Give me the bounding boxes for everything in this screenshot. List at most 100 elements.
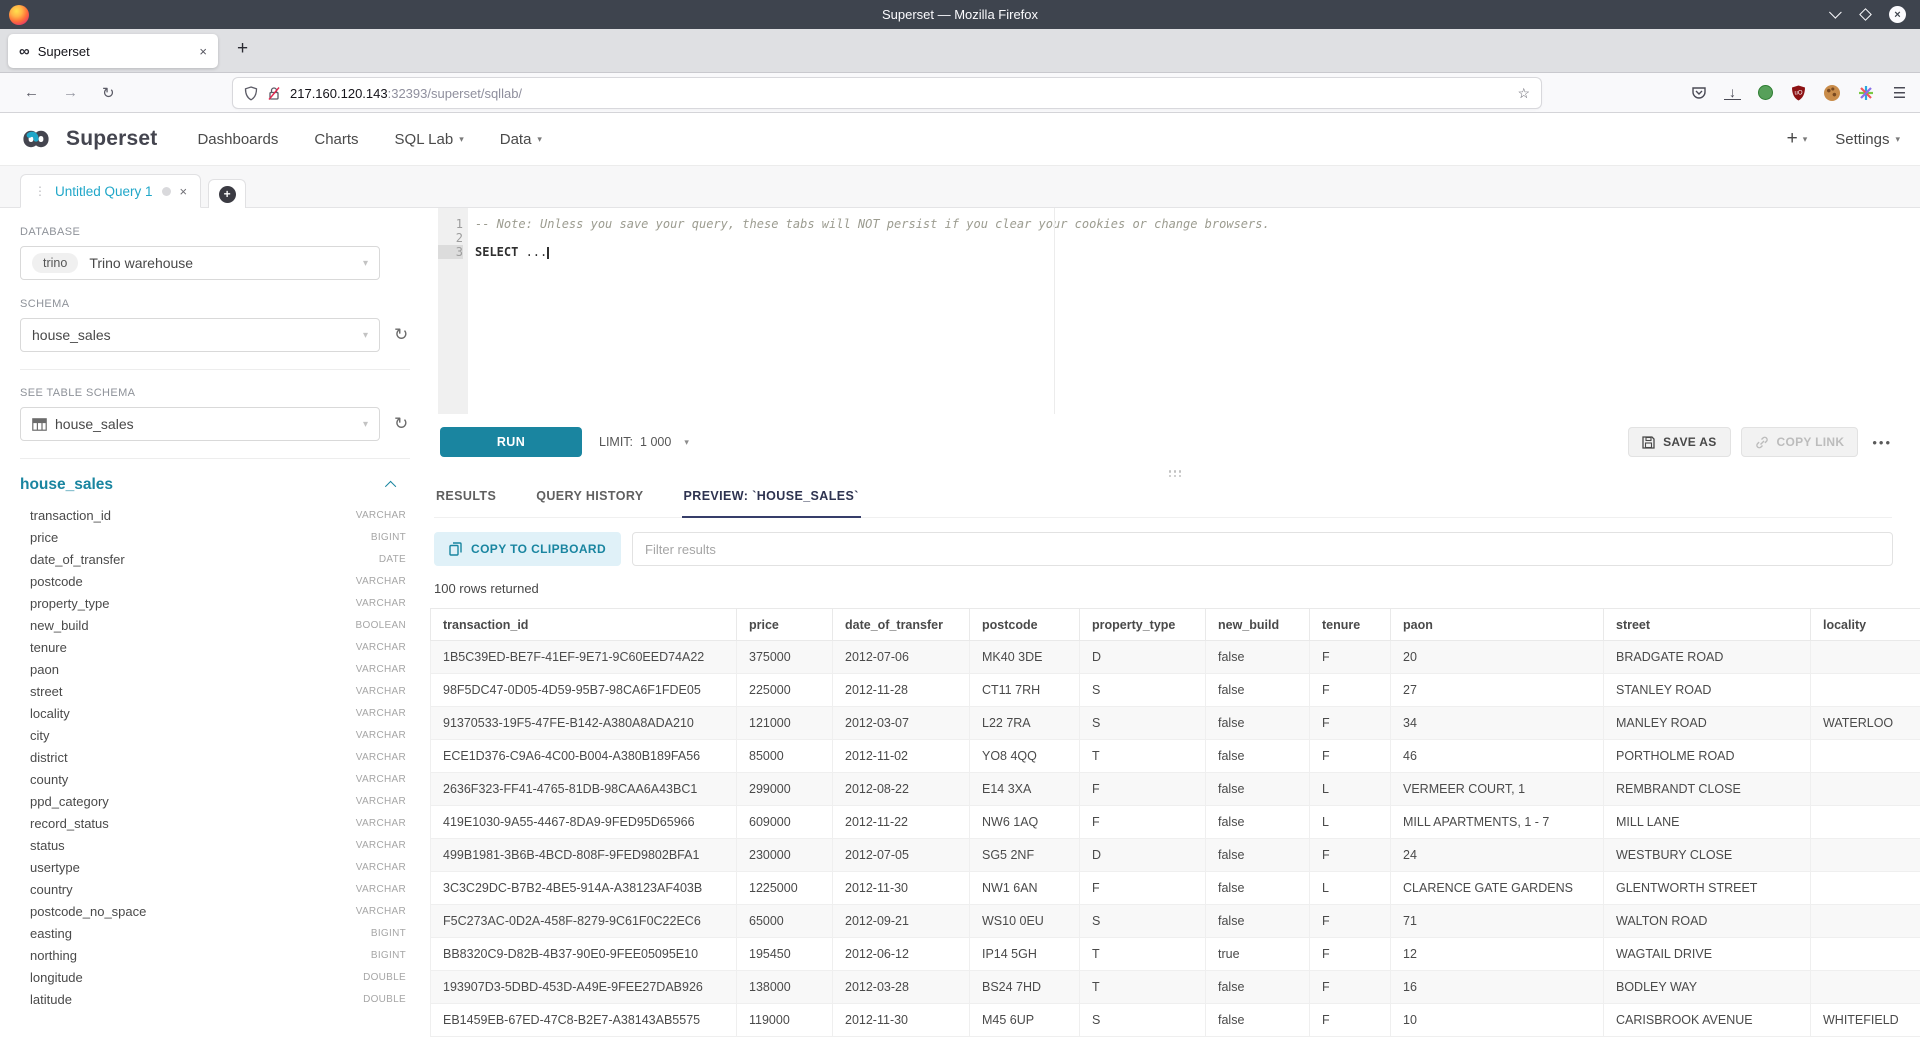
column-name: district [30,750,68,765]
column-header[interactable]: tenure [1310,609,1391,641]
drag-handle-icon[interactable]: ⋮ [34,184,46,198]
limit-dropdown[interactable]: LIMIT: 1 000 ▾ [599,435,689,449]
column-header[interactable]: paon [1391,609,1604,641]
insecure-lock-icon[interactable] [267,86,281,101]
table-cell: 2012-11-30 [833,1004,970,1037]
table-cell [1811,674,1920,707]
table-cell: 2012-11-22 [833,806,970,839]
window-maximize-icon[interactable] [1859,8,1872,21]
table-cell [1811,905,1920,938]
browser-tab[interactable]: ∞ Superset × [8,34,218,68]
table-schema-header[interactable]: house_sales [20,476,410,494]
editor-code-area[interactable]: -- Note: Unless you save your query, the… [468,208,1898,414]
table-cell: 10 [1391,1004,1604,1037]
column-header[interactable]: street [1604,609,1811,641]
column-type: VARCHAR [356,730,406,741]
column-header[interactable]: postcode [970,609,1080,641]
save-as-button[interactable]: SAVE AS [1628,427,1730,457]
table-cell: F [1310,1004,1391,1037]
table-cell: BRADGATE ROAD [1604,641,1811,674]
pocket-icon[interactable] [1690,84,1707,101]
table-cell: WS10 0EU [970,905,1080,938]
column-type: VARCHAR [356,576,406,587]
schema-value: house_sales [32,327,111,343]
bookmark-star-icon[interactable]: ☆ [1517,85,1530,102]
schema-column-row: status VARCHAR [20,834,410,856]
table-cell: 85000 [737,740,833,773]
more-options-icon[interactable]: ••• [1872,435,1892,450]
query-tab-active[interactable]: ⋮ Untitled Query 1 × [20,174,201,208]
sqllab-workspace: 1 2 3 -- Note: Unless you save your quer… [430,208,1920,1042]
schema-label: SCHEMA [20,298,410,310]
table-cell: MANLEY ROAD [1604,707,1811,740]
pane-splitter[interactable] [430,466,1920,481]
chevron-down-icon: ▾ [537,134,542,145]
reload-icon[interactable]: ↻ [102,84,115,102]
column-type: VARCHAR [356,598,406,609]
refresh-table-icon[interactable]: ↻ [394,414,408,434]
table-cell: 2012-11-28 [833,674,970,707]
hamburger-menu-icon[interactable]: ☰ [1891,84,1908,101]
extension-green-icon[interactable] [1758,85,1773,100]
database-value: Trino warehouse [89,255,193,271]
rows-returned-text: 100 rows returned [434,581,1920,596]
ublock-origin-icon[interactable]: uO [1790,84,1807,101]
run-button[interactable]: RUN [440,427,582,457]
table-select[interactable]: house_sales ▾ [20,407,380,441]
column-header[interactable]: price [737,609,833,641]
copy-icon [449,542,462,556]
tab-query-history[interactable]: QUERY HISTORY [534,483,645,517]
filter-results-input[interactable] [632,532,1893,566]
results-table-wrap: transaction_idpricedate_of_transferpostc… [430,608,1920,1037]
column-header[interactable]: transaction_id [431,609,737,641]
sparkle-extension-icon[interactable] [1857,84,1874,101]
back-icon[interactable]: ← [24,84,39,102]
schema-select[interactable]: house_sales ▾ [20,318,380,352]
new-item-menu[interactable]: +▾ [1787,128,1808,150]
settings-menu[interactable]: Settings▾ [1835,131,1900,148]
column-header[interactable]: date_of_transfer [833,609,970,641]
forward-icon[interactable]: → [63,84,78,102]
nav-item-data[interactable]: Data▾ [500,131,542,148]
tab-close-icon[interactable]: × [199,44,207,59]
superset-logo[interactable]: Superset [15,126,157,152]
new-tab-button[interactable]: + [237,38,248,60]
column-type: VARCHAR [356,774,406,785]
refresh-schema-icon[interactable]: ↻ [394,325,408,345]
copy-link-button[interactable]: COPY LINK [1741,427,1859,457]
window-close-icon[interactable]: × [1889,6,1906,23]
tab-preview-house-sales[interactable]: PREVIEW: `HOUSE_SALES` [682,483,861,518]
table-row: EB1459EB-67ED-47C8-B2E7-A38143AB55751190… [431,1004,1920,1037]
cookie-extension-icon[interactable] [1824,85,1840,101]
column-header[interactable]: locality [1811,609,1920,641]
table-cell: T [1080,938,1206,971]
nav-item-dashboards[interactable]: Dashboards [197,131,278,148]
tab-results[interactable]: RESULTS [434,483,498,517]
add-query-tab-button[interactable]: + [208,179,246,208]
nav-item-sql-lab[interactable]: SQL Lab▾ [395,131,464,148]
query-tab-close-icon[interactable]: × [180,184,188,199]
table-row: F5C273AC-0D2A-458F-8279-9C61F0C22EC66500… [431,905,1920,938]
results-toolbar: COPY TO CLIPBOARD [434,532,1893,566]
column-name: latitude [30,992,72,1007]
nav-item-charts[interactable]: Charts [314,131,358,148]
table-cell: F [1310,707,1391,740]
column-name: city [30,728,50,743]
table-cell [1811,773,1920,806]
url-input[interactable]: 217.160.120.143:32393/superset/sqllab/ ☆ [233,78,1541,108]
table-cell: 119000 [737,1004,833,1037]
table-cell: 71 [1391,905,1604,938]
downloads-icon[interactable]: ↓ [1724,86,1741,100]
table-cell: F [1310,905,1391,938]
column-header[interactable]: new_build [1206,609,1310,641]
link-icon [1755,436,1769,449]
database-select[interactable]: trino Trino warehouse ▾ [20,246,380,280]
divider [20,369,410,370]
schema-column-row: usertype VARCHAR [20,856,410,878]
column-header[interactable]: property_type [1080,609,1206,641]
sql-editor[interactable]: 1 2 3 -- Note: Unless you save your quer… [438,208,1898,414]
copy-to-clipboard-button[interactable]: COPY TO CLIPBOARD [434,532,621,566]
tracking-protection-shield-icon[interactable] [244,86,258,101]
chevron-up-icon[interactable] [385,481,396,492]
table-cell: false [1206,740,1310,773]
